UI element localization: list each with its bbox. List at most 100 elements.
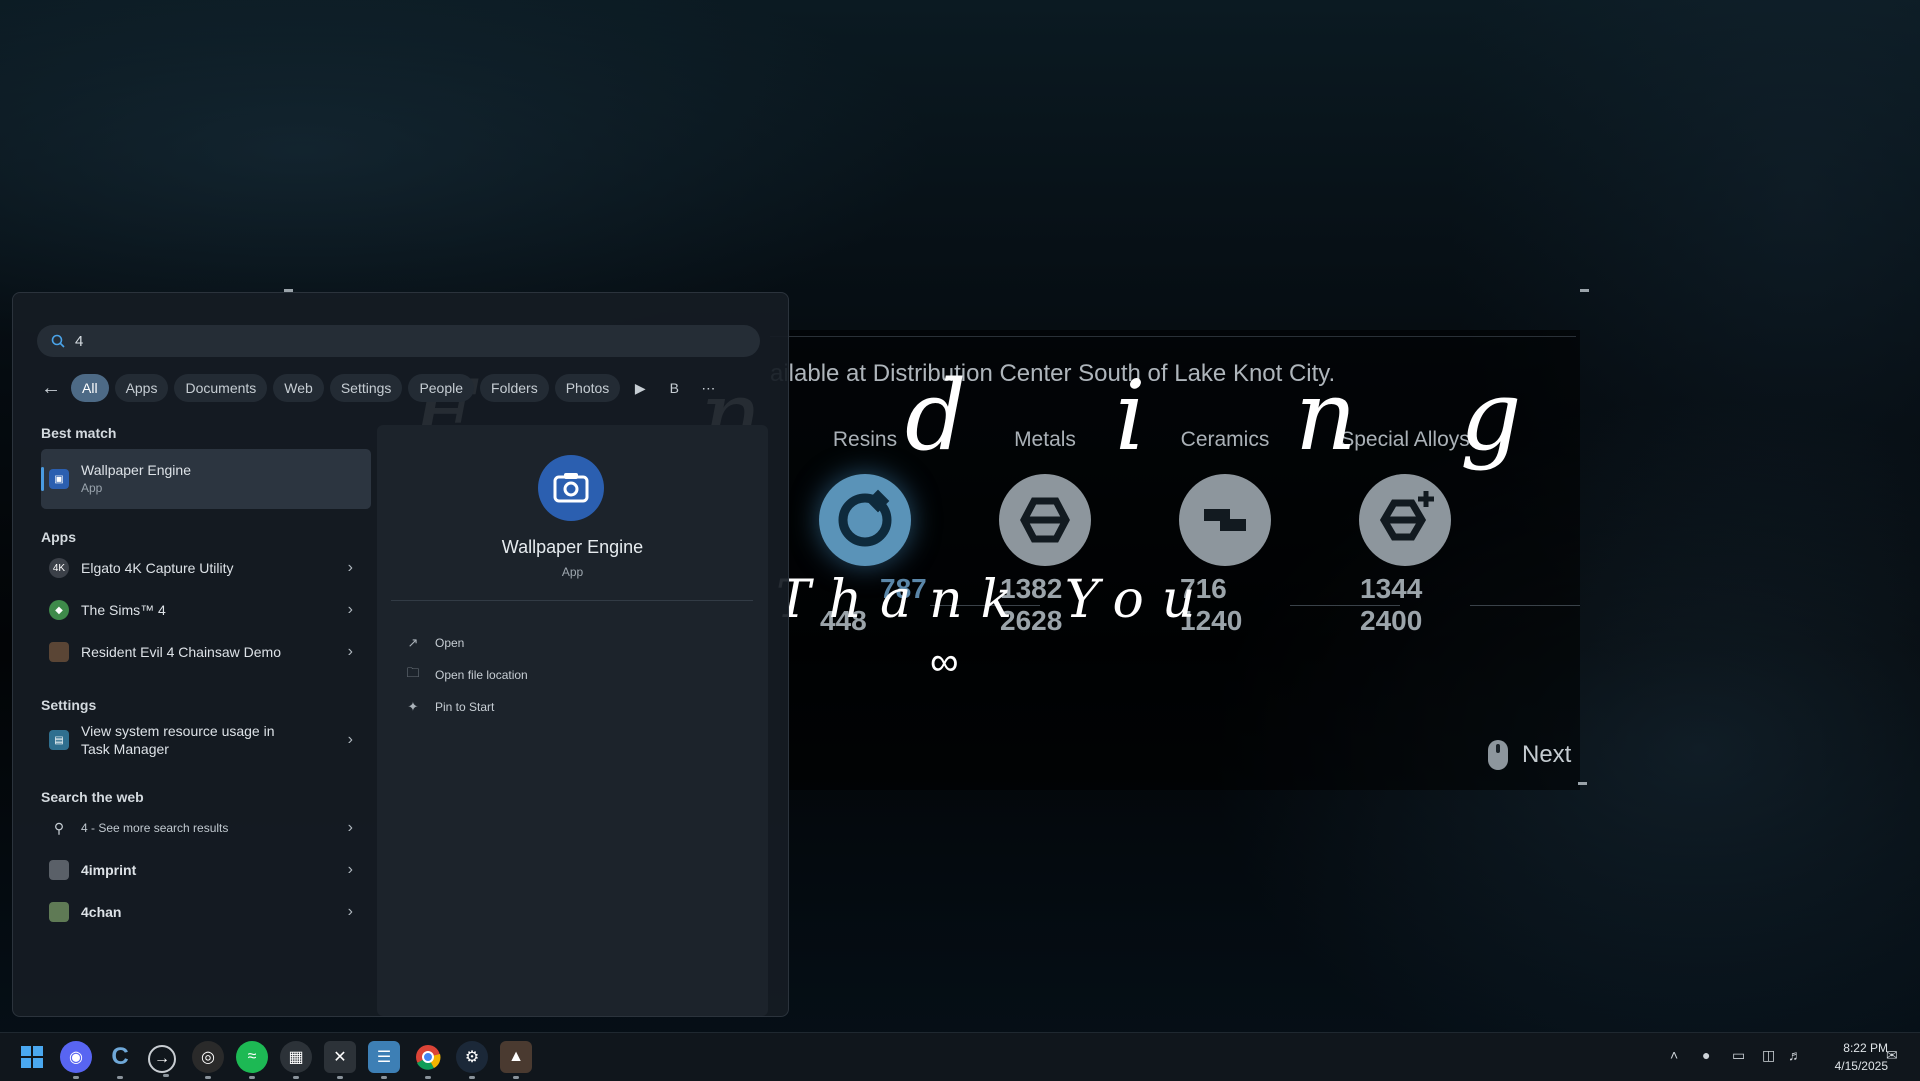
ceramic-icon bbox=[1179, 474, 1271, 566]
pin-to-start-action[interactable]: ✦ Pin to Start bbox=[405, 699, 495, 715]
result-title: Resident Evil 4 Chainsaw Demo bbox=[81, 644, 281, 660]
result-preview: Wallpaper Engine App ↗ Open 🗀 Open file … bbox=[377, 425, 768, 1016]
best-match-result[interactable]: ▣ Wallpaper Engine App bbox=[41, 449, 371, 509]
app-result[interactable]: Resident Evil 4 Chainsaw Demo › bbox=[41, 631, 371, 673]
open-icon: ↗ bbox=[407, 635, 419, 650]
thank-you-text: Thank You bbox=[776, 570, 1214, 630]
ending-letter: i bbox=[1115, 360, 1146, 472]
back-arrow-icon[interactable]: ← bbox=[37, 374, 65, 402]
result-title: View system resource usage in bbox=[81, 723, 275, 739]
chevron-right-icon: › bbox=[347, 819, 353, 836]
capcut-icon[interactable]: ✕ bbox=[324, 1041, 356, 1079]
section-best-match: Best match bbox=[41, 425, 117, 441]
filter-web[interactable]: Web bbox=[273, 374, 324, 402]
result-title: 4 - See more search results bbox=[81, 821, 229, 835]
network-icon[interactable]: ◫ bbox=[1762, 1047, 1775, 1064]
obs-icon[interactable]: ◎ bbox=[192, 1041, 224, 1079]
next-button[interactable]: Next bbox=[1486, 738, 1571, 772]
action-label: Open bbox=[435, 636, 465, 650]
settings-result[interactable]: ▤ View system resource usage in Task Man… bbox=[41, 715, 371, 765]
steam-icon[interactable]: ⚙ bbox=[456, 1041, 488, 1079]
web-result[interactable]: 4imprint › bbox=[41, 849, 371, 891]
ending-letter: d bbox=[905, 360, 967, 472]
chevron-right-icon: › bbox=[347, 861, 353, 878]
divider bbox=[1470, 605, 1580, 606]
open-file-location-action[interactable]: 🗀 Open file location bbox=[405, 665, 528, 683]
volume-icon[interactable]: ♬ bbox=[1788, 1047, 1802, 1063]
app-result[interactable]: 4K Elgato 4K Capture Utility › bbox=[41, 547, 371, 589]
divider bbox=[770, 336, 1576, 337]
chevron-right-icon: › bbox=[347, 731, 353, 748]
chevron-right-icon: › bbox=[347, 601, 353, 618]
spotify-icon[interactable]: ≈ bbox=[236, 1041, 268, 1079]
divider bbox=[1290, 605, 1400, 606]
chevron-up-icon[interactable]: ˄ bbox=[1670, 1047, 1678, 1063]
preview-title: Wallpaper Engine bbox=[501, 537, 644, 557]
ccleaner-icon[interactable]: C bbox=[104, 1041, 136, 1079]
action-label: Open file location bbox=[435, 668, 528, 682]
arrow-app-icon[interactable]: → bbox=[148, 1045, 176, 1077]
windows-start-icon[interactable] bbox=[16, 1041, 48, 1073]
display-icon[interactable]: ▭ bbox=[1732, 1047, 1745, 1064]
filter-all[interactable]: All bbox=[71, 374, 109, 402]
filter-photos[interactable]: Photos bbox=[554, 374, 621, 402]
clock-date: 4/15/2025 bbox=[1834, 1059, 1888, 1073]
notepad-icon[interactable]: ☰ bbox=[368, 1041, 400, 1079]
site-icon bbox=[49, 902, 69, 922]
result-title: Task Manager bbox=[81, 741, 169, 757]
sims-icon: ◆ bbox=[49, 600, 69, 620]
section-settings: Settings bbox=[41, 697, 97, 713]
elgato-icon: 4K bbox=[49, 558, 69, 578]
mouse-icon bbox=[1488, 740, 1508, 770]
chevron-right-icon: › bbox=[347, 643, 353, 660]
folder-icon: 🗀 bbox=[406, 665, 420, 680]
search-input[interactable]: 4 bbox=[37, 325, 760, 357]
filter-apps[interactable]: Apps bbox=[114, 374, 169, 402]
resin-icon bbox=[819, 474, 911, 566]
notification-bell-icon[interactable]: ✉ bbox=[1886, 1047, 1898, 1064]
site-icon bbox=[49, 860, 69, 880]
wallpaper-engine-icon bbox=[538, 455, 604, 521]
open-action[interactable]: ↗ Open bbox=[405, 635, 465, 651]
ui-tick bbox=[1580, 289, 1589, 292]
result-title: 4imprint bbox=[81, 862, 137, 878]
app-result[interactable]: ◆ The Sims™ 4 › bbox=[41, 589, 371, 631]
chrome-icon[interactable] bbox=[412, 1041, 444, 1079]
filter-documents[interactable]: Documents bbox=[174, 374, 268, 402]
pin-icon: ✦ bbox=[407, 699, 419, 714]
selection-indicator bbox=[41, 467, 44, 491]
filter-settings[interactable]: Settings bbox=[329, 374, 403, 402]
search-icon: ⚲ bbox=[53, 819, 65, 836]
search-query: 4 bbox=[75, 332, 84, 350]
next-label: Next bbox=[1522, 741, 1572, 768]
ui-tick bbox=[1578, 782, 1587, 785]
divider bbox=[391, 600, 753, 601]
taskbar: ◉ C → ◎ ≈ ▦ ✕ ☰ ⚙ ▲ ˄ ● ▭ ◫ ♬ 8:22 PM 4/… bbox=[0, 1032, 1920, 1081]
web-result[interactable]: ⚲ 4 - See more search results › bbox=[41, 807, 371, 849]
result-title: The Sims™ 4 bbox=[81, 602, 166, 618]
result-title: Wallpaper Engine bbox=[81, 462, 191, 478]
result-title: Elgato 4K Capture Utility bbox=[81, 560, 234, 576]
ending-letter: n bbox=[1295, 360, 1357, 472]
microphone-icon[interactable]: ● bbox=[1702, 1047, 1710, 1063]
preview-subtitle: App bbox=[561, 565, 584, 579]
more-options-icon[interactable]: ⋯ bbox=[694, 374, 722, 402]
wallpaper-engine-icon: ▣ bbox=[49, 469, 69, 489]
web-result[interactable]: 4chan › bbox=[41, 891, 371, 933]
bing-chip[interactable]: B bbox=[660, 374, 688, 402]
filter-people[interactable]: People bbox=[408, 374, 475, 402]
clock[interactable]: 8:22 PM 4/15/2025 bbox=[1808, 1039, 1888, 1075]
re4-icon bbox=[49, 642, 69, 662]
keyboard-app-icon[interactable]: ▦ bbox=[280, 1041, 312, 1079]
task-manager-icon: ▤ bbox=[49, 730, 69, 750]
play-icon[interactable]: ▶ bbox=[626, 374, 654, 402]
filter-folders[interactable]: Folders bbox=[480, 374, 549, 402]
chevron-right-icon: › bbox=[347, 559, 353, 576]
section-web: Search the web bbox=[41, 789, 144, 805]
search-filters: ← All Apps Documents Web Settings People… bbox=[37, 374, 722, 402]
game-icon[interactable]: ▲ bbox=[500, 1041, 532, 1079]
search-icon bbox=[51, 334, 65, 348]
action-label: Pin to Start bbox=[435, 700, 495, 714]
discord-icon[interactable]: ◉ bbox=[60, 1041, 92, 1079]
metal-icon bbox=[999, 474, 1091, 566]
